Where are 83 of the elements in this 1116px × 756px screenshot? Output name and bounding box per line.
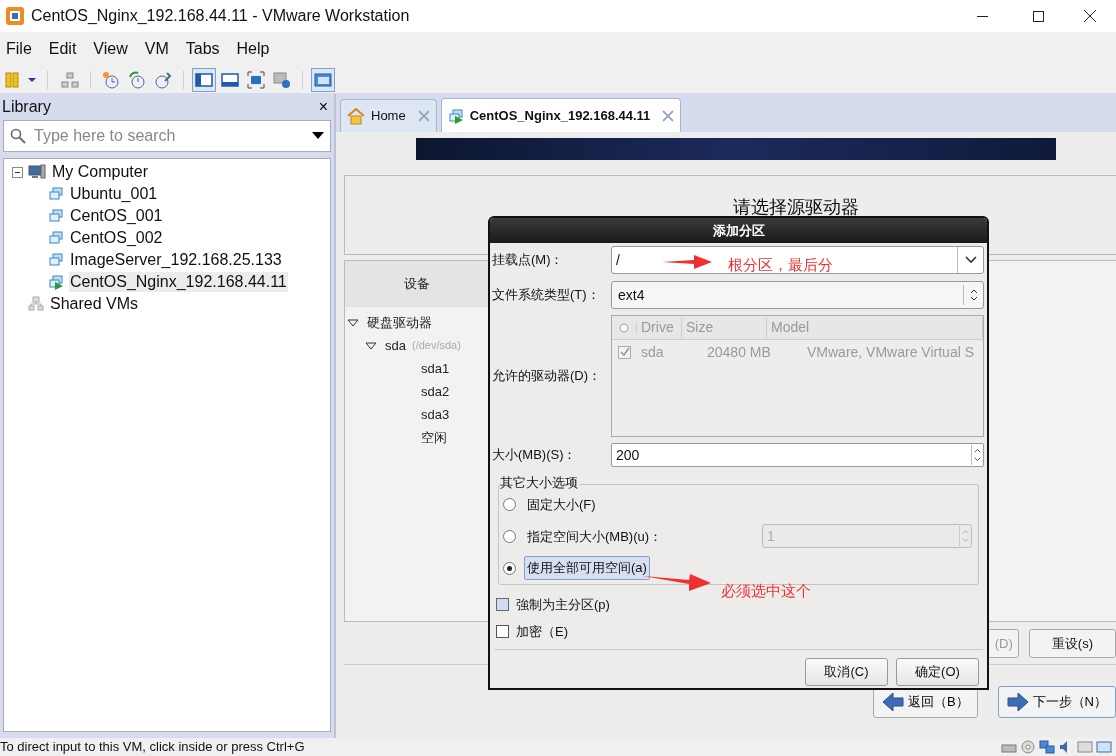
drive-checkbox[interactable] — [618, 345, 631, 359]
menu-item[interactable]: Help — [231, 37, 275, 61]
status-text: To direct input to this VM, click inside or press Ctrl+G — [0, 738, 305, 756]
menu-item[interactable]: File — [1, 37, 37, 61]
radio-button[interactable] — [503, 498, 516, 512]
radio-button[interactable] — [503, 530, 516, 543]
library-tree-item[interactable]: Shared VMs — [49, 294, 140, 314]
partition-action-button[interactable]: 重设(s) — [1028, 629, 1116, 658]
shared-network-icon — [28, 296, 44, 312]
cd-icon[interactable] — [1020, 740, 1036, 754]
device-tree-item[interactable]: sda3 — [421, 404, 450, 425]
column-header[interactable]: 设备 — [345, 261, 490, 307]
running-vm-icon — [447, 107, 464, 124]
close-library-button[interactable]: × — [318, 99, 328, 115]
expanded-arrow-icon[interactable] — [365, 340, 377, 351]
device-path: (/dev/sda) — [411, 338, 461, 354]
search-icon — [10, 128, 26, 144]
table-cell-text: sda — [640, 342, 665, 362]
radio-header-icon — [619, 322, 629, 333]
chevron-down-icon — [964, 256, 977, 264]
right-arrow-icon — [1006, 692, 1029, 712]
app-logo-icon — [5, 6, 25, 26]
checkbox-label[interactable]: 強制为主分区(p) — [516, 594, 610, 615]
device-tree-item[interactable]: 空闲 — [421, 427, 447, 448]
checkbox[interactable] — [496, 625, 509, 638]
tab[interactable]: CentOS_Nginx_192.168.44.11 — [440, 98, 682, 132]
tab[interactable]: Home — [340, 99, 437, 132]
close-tab-icon[interactable] — [662, 109, 675, 122]
left-arrow-icon — [881, 692, 904, 712]
radio-button[interactable] — [503, 561, 516, 575]
table-cell-text: VMware, VMware Virtual S — [807, 342, 974, 362]
message-icon[interactable] — [1096, 740, 1112, 754]
menu-item[interactable]: Tabs — [180, 37, 225, 61]
dropdown-icon[interactable] — [312, 132, 324, 140]
device-tree-item[interactable]: 硬盘驱动器 — [367, 312, 432, 333]
library-tree-item[interactable]: CentOS_Nginx_192.168.44.11 — [69, 272, 288, 292]
table-cell-text: 20480 MB — [706, 342, 772, 362]
radio-label[interactable]: 固定大小(F) — [524, 493, 599, 517]
size-spinner[interactable]: 200 — [611, 443, 984, 467]
library-title: Library — [2, 97, 51, 117]
checkbox[interactable] — [496, 598, 509, 611]
search-field[interactable]: Type here to search — [34, 124, 312, 148]
field-label: 大小(MB)(S)： — [492, 446, 578, 465]
search-box[interactable]: Type here to search — [3, 120, 331, 152]
dialog-button[interactable]: 确定(O) — [896, 658, 979, 686]
dialog-button[interactable]: 取消(C) — [805, 658, 888, 686]
menu-item[interactable]: View — [88, 37, 133, 61]
group-legend: 其它大小选项 — [500, 475, 580, 491]
next-button[interactable]: 下一步（N） — [997, 686, 1116, 718]
device-tree-item[interactable]: sda2 — [421, 381, 450, 402]
spin-arrows-icon — [971, 445, 983, 465]
home-icon — [347, 107, 365, 125]
sidebar-view-icon[interactable] — [192, 67, 216, 92]
device-tree-item[interactable]: sda — [385, 335, 406, 356]
annotation-text: 根分区，最后分 — [728, 256, 833, 274]
filesystem-select[interactable]: ext4 — [611, 281, 984, 309]
library-tree-item[interactable]: ImageServer_192.168.25.133 — [69, 250, 283, 270]
radio-label[interactable]: 指定空间大小(MB)(u)： — [524, 524, 666, 549]
menu-item[interactable]: VM — [139, 37, 174, 61]
computer-icon — [28, 164, 46, 180]
library-tree-item[interactable]: CentOS_001 — [69, 206, 164, 226]
expanded-arrow-icon[interactable] — [347, 317, 359, 328]
up-down-icon — [969, 289, 978, 301]
device-tree-item[interactable]: sda1 — [421, 358, 450, 379]
mount-point-combo[interactable]: / 根分区，最后分 — [611, 246, 984, 274]
console-view-icon[interactable] — [311, 67, 335, 92]
window-title: CentOS_Nginx_192.168.44.11 - VMware Workstation — [31, 6, 410, 26]
collapse-toggle-icon[interactable] — [12, 166, 23, 178]
library-tree-item[interactable]: My Computer — [51, 162, 150, 182]
radio-label[interactable]: 使用全部可用空间(a) — [524, 556, 650, 580]
menu-item[interactable]: Edit — [43, 37, 82, 61]
installer-heading: 请选择源驱动器 — [732, 196, 859, 219]
field-label: 挂载点(M)： — [492, 251, 565, 270]
field-label: 文件系统类型(T)： — [492, 286, 601, 305]
field-label: 允许的驱动器(D)： — [492, 367, 603, 386]
dialog-title: 添加分区 — [712, 221, 765, 240]
library-tree-item[interactable]: CentOS_002 — [69, 228, 164, 248]
checkbox-label[interactable]: 加密（E) — [516, 621, 568, 642]
caret-icon[interactable] — [27, 76, 37, 83]
annotation-text: 必须选中这个 — [721, 581, 811, 601]
spin-arrows-icon — [959, 526, 971, 547]
network-adapter-icon[interactable] — [1039, 740, 1055, 754]
library-tree-item[interactable]: Ubuntu_001 — [69, 184, 159, 204]
